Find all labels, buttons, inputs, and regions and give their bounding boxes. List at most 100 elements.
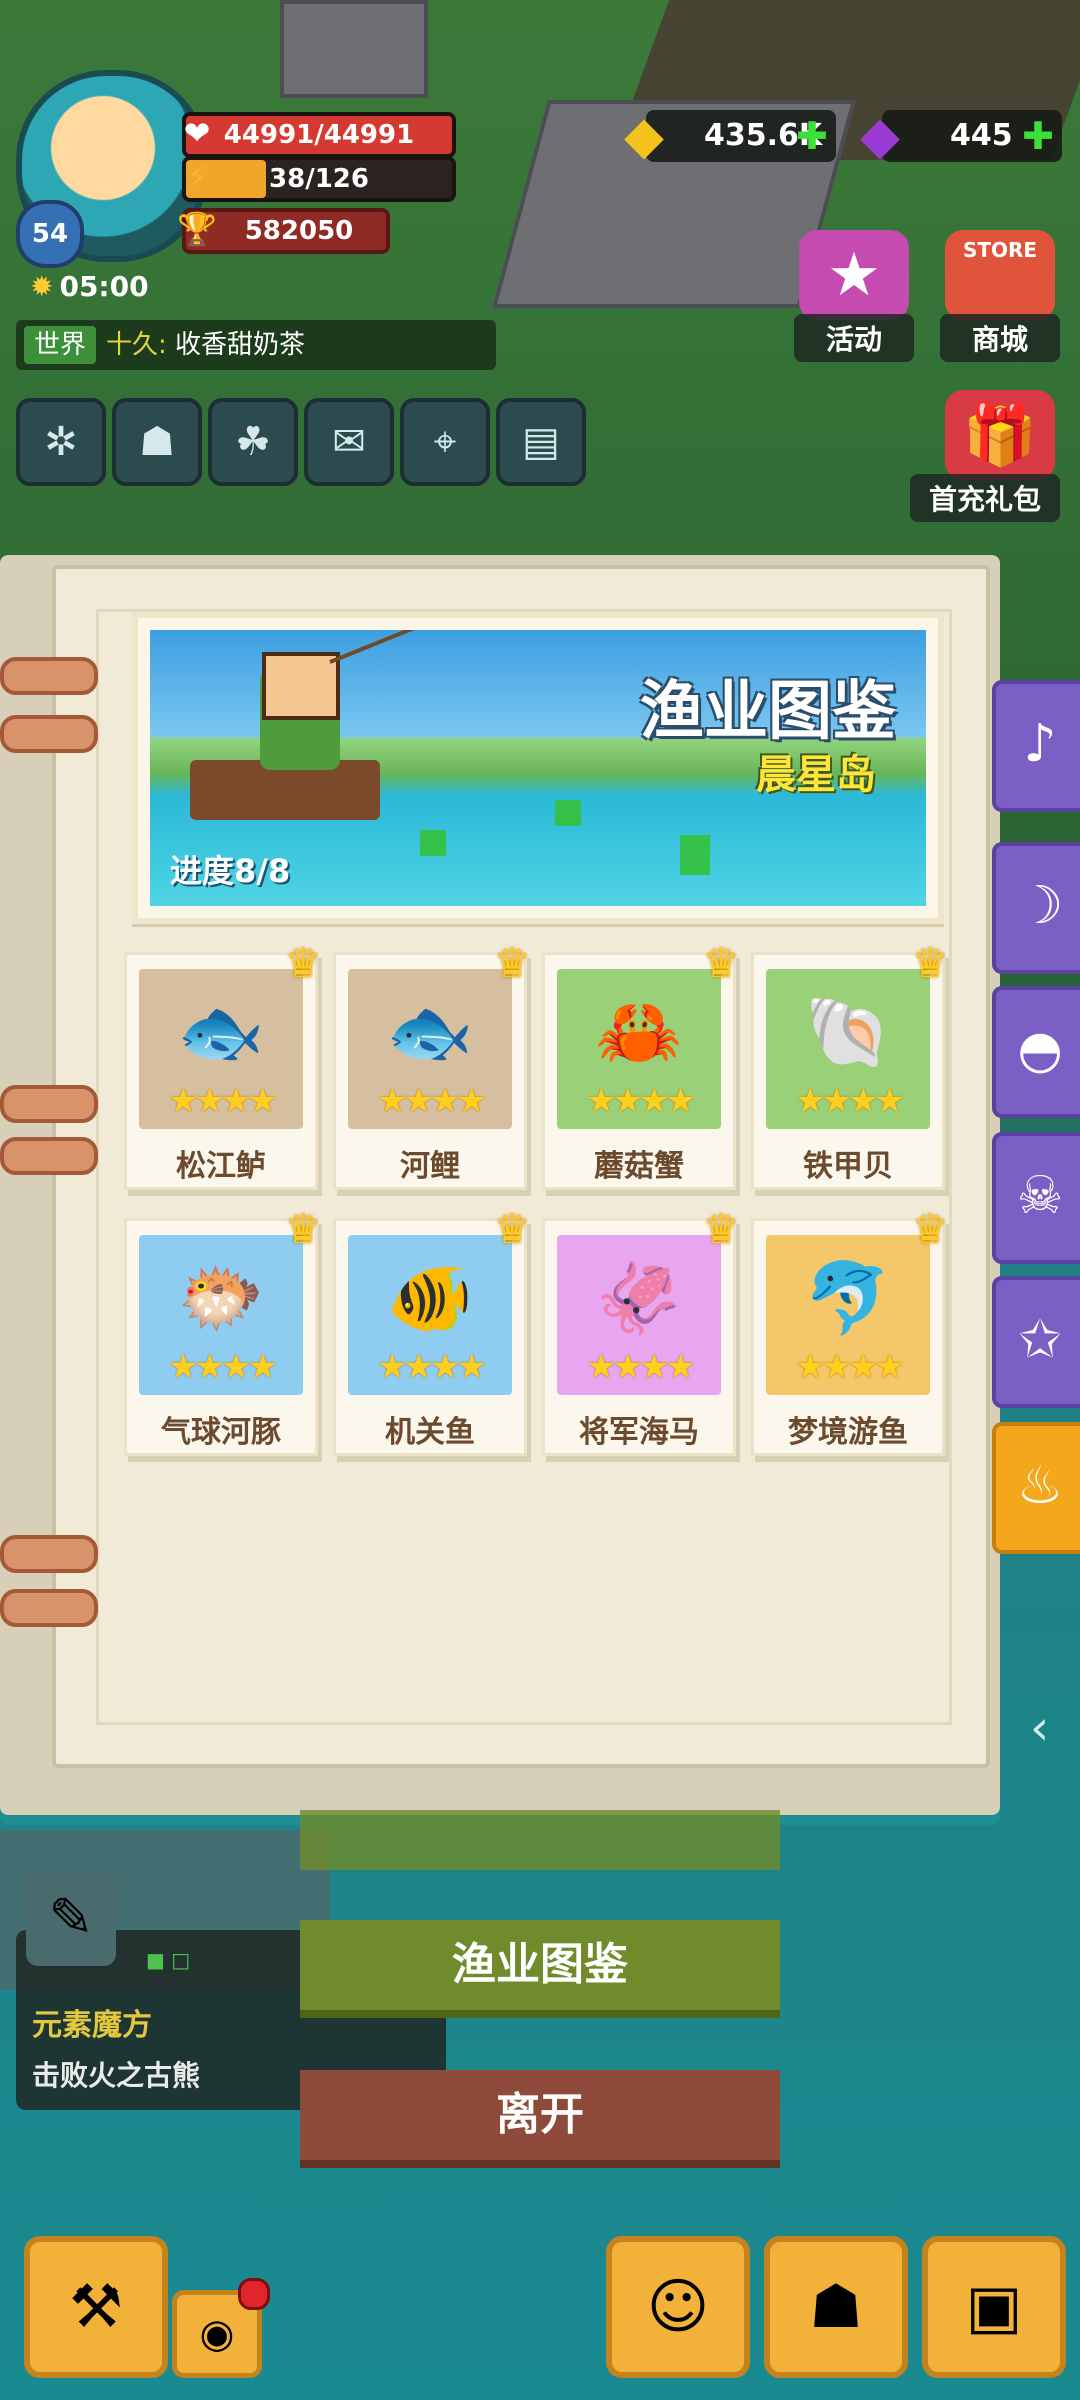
tab-fire[interactable]: ♨ [992, 1422, 1080, 1554]
pufferfish-icon: 🐡 [177, 1257, 265, 1339]
fish-card[interactable]: 🐟 ★★★★ 松江鲈 ♛ [124, 941, 321, 1190]
gift-icon: 🎁 [945, 390, 1055, 480]
fish-icon: 🐟 [177, 991, 265, 1073]
sun-icon: ✹ [30, 270, 54, 303]
pet-icon: ☘ [235, 419, 271, 465]
fish-card[interactable]: 🦑 ★★★★ 将军海马 ♛ [542, 1207, 739, 1456]
hp-value: 44991/44991 [223, 120, 415, 150]
binder-ring [0, 657, 98, 695]
bobber [420, 830, 446, 856]
tab-conch[interactable]: ☽ [992, 842, 1080, 974]
crown-icon: ♛ [703, 1207, 739, 1253]
fish-card[interactable]: 🐚 ★★★★ 铁甲贝 ♛ [751, 941, 948, 1190]
gem-value: 445 [950, 118, 1013, 153]
shop-label: 商城 [940, 314, 1060, 362]
fish-portrait: 🐚 ★★★★ [766, 969, 930, 1129]
crown-icon: ♛ [285, 941, 321, 987]
chat-message: 收香甜奶茶 [166, 330, 306, 360]
settings-button[interactable]: ✲ [16, 398, 106, 486]
level-badge: 54 [16, 200, 84, 268]
fishing-scene-image: 渔业图鉴 晨星岛 进度8/8 [150, 630, 926, 906]
tab-shell[interactable]: ◓ [992, 986, 1080, 1118]
quest-scroll-icon[interactable]: ✎ [26, 1870, 116, 1966]
gold-icon: ◆ [624, 106, 664, 166]
starfish-icon: ✩ [1018, 1310, 1062, 1370]
hero-button[interactable]: ☺ [606, 2236, 750, 2378]
store-sign: STORE [962, 238, 1038, 262]
quest-board-button[interactable]: ▤ [496, 398, 586, 486]
star-rating: ★★★★ [168, 1081, 278, 1121]
obscured-button [300, 1810, 780, 1870]
fish-portrait: 🐟 ★★★★ [348, 969, 512, 1129]
fish-name: 梦境游鱼 [788, 1415, 908, 1450]
flame-icon: ♨ [1016, 1456, 1064, 1516]
banner-subtitle: 晨星岛 [756, 752, 876, 798]
crown-icon: ♛ [494, 941, 530, 987]
map-icon: ⌖ [433, 419, 457, 465]
fish-portrait: 🐡 ★★★★ [139, 1235, 303, 1395]
fish-hook-icon: ♪ [1023, 714, 1057, 774]
event-shortcut[interactable]: ★ 活动 [794, 230, 914, 362]
pets-button[interactable]: ☗ [764, 2236, 908, 2378]
star-rating: ★★★★ [586, 1081, 696, 1121]
build-button[interactable]: ⚒ [24, 2236, 168, 2378]
quest-description: 击败火之古熊 [32, 2059, 201, 2092]
shop-shortcut[interactable]: STORE 商城 [940, 230, 1060, 362]
crown-icon: ♛ [494, 1207, 530, 1253]
backpack-button[interactable]: ▣ [922, 2236, 1066, 2378]
fish-guide-button[interactable]: 渔业图鉴 [300, 1920, 780, 2010]
add-gold-button[interactable]: ✚ [796, 110, 828, 162]
statue [280, 0, 428, 98]
fish-name: 机关鱼 [385, 1415, 475, 1450]
stamina-bar: ⚡ 38/126 [182, 156, 456, 202]
world-chat-preview[interactable]: 世界 十久: 收香甜奶茶 [16, 320, 496, 370]
fish-portrait: 🐬 ★★★★ [766, 1235, 930, 1395]
shell-icon: 🐚 [804, 991, 892, 1073]
collapse-arrow-icon[interactable]: ‹ [1030, 1700, 1076, 1760]
tab-starfish[interactable]: ✩ [992, 1276, 1080, 1408]
fish-card[interactable]: 🐡 ★★★★ 气球河豚 ♛ [124, 1207, 321, 1456]
hero-icon: ☺ [646, 2272, 710, 2342]
stamina-value: 38/126 [269, 164, 369, 194]
chat-button[interactable]: ✉ [304, 398, 394, 486]
fish-name: 气球河豚 [161, 1415, 281, 1450]
chat-icon: ✉ [332, 419, 366, 465]
fish-name: 铁甲贝 [803, 1149, 893, 1184]
tab-octopus[interactable]: ☠ [992, 1132, 1080, 1264]
first-charge-shortcut[interactable]: 🎁 首充礼包 [910, 390, 1060, 522]
binder-ring [0, 1589, 98, 1627]
octopus-icon: ☠ [1016, 1166, 1064, 1226]
notification-dot [238, 2278, 270, 2310]
character-button[interactable]: ☗ [112, 398, 202, 486]
fish-name: 松江鲈 [176, 1149, 266, 1184]
gem-counter: ◆ 445 ✚ [860, 106, 1062, 166]
tab-fish[interactable]: ♪ [992, 680, 1080, 812]
star-rating: ★★★★ [377, 1081, 487, 1121]
seahorse-icon: 🦑 [595, 1257, 683, 1339]
power-bar: 🏆 582050 [177, 208, 390, 254]
star-rating: ★★★★ [377, 1347, 487, 1387]
add-gem-button[interactable]: ✚ [1022, 110, 1054, 162]
first-charge-label: 首充礼包 [910, 474, 1060, 522]
gold-counter: ◆ 435.6K ✚ [624, 106, 836, 166]
chat-sender: 十久: [106, 330, 167, 360]
power-value: 582050 [244, 216, 354, 246]
character-icon: ☗ [139, 419, 175, 465]
map-button[interactable]: ⌖ [400, 398, 490, 486]
pet-button[interactable]: ☘ [208, 398, 298, 486]
crab-icon: 🦀 [595, 991, 683, 1073]
crown-icon: ♛ [912, 1207, 948, 1253]
mech-fish-icon: 🐠 [386, 1257, 474, 1339]
fish-card[interactable]: 🐠 ★★★★ 机关鱼 ♛ [333, 1207, 530, 1456]
fish-card[interactable]: 🐟 ★★★★ 河鲤 ♛ [333, 941, 530, 1190]
fishing-rod [329, 630, 517, 664]
camera-icon: ◉ [199, 2311, 235, 2357]
fish-card[interactable]: 🦀 ★★★★ 蘑菇蟹 ♛ [542, 941, 739, 1190]
game-clock: ✹ 05:00 [30, 270, 149, 303]
codex-banner: 渔业图鉴 晨星岛 进度8/8 [132, 612, 944, 924]
crown-icon: ♛ [703, 941, 739, 987]
bobber [680, 835, 710, 875]
leave-button[interactable]: 离开 [300, 2070, 780, 2160]
fish-portrait: 🐠 ★★★★ [348, 1235, 512, 1395]
fish-card[interactable]: 🐬 ★★★★ 梦境游鱼 ♛ [751, 1207, 948, 1456]
